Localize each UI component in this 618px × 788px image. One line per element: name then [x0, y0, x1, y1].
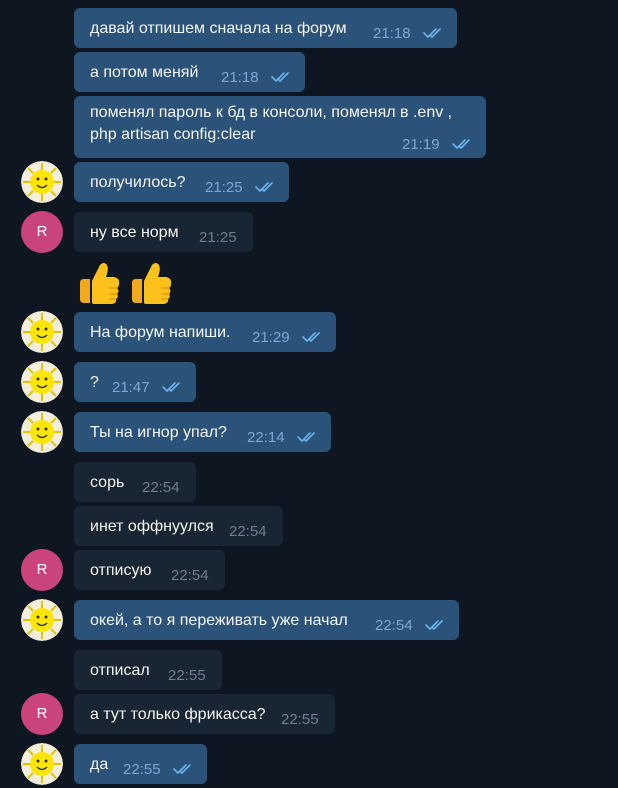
message-text: ?	[90, 374, 99, 391]
thumbs-up-icon	[74, 259, 122, 309]
sun-avatar-icon[interactable]	[21, 311, 63, 353]
message-incoming[interactable]: а тут только фрикасса? 22:55	[74, 694, 335, 734]
message-text: да	[90, 756, 109, 773]
message-outgoing[interactable]: а потом меняй 21:18	[74, 52, 305, 92]
double-check-icon	[173, 763, 195, 775]
message-time: 22:54	[375, 617, 413, 634]
thumbs-up-icon	[126, 259, 174, 309]
avatar[interactable]: R	[21, 693, 63, 735]
message-time: 22:55	[123, 761, 161, 778]
message-outgoing[interactable]: Ты на игнор упал? 22:14	[74, 412, 331, 452]
message-text: отписал	[90, 662, 150, 679]
message-outgoing[interactable]: ? 21:47	[74, 362, 196, 402]
chat-window: давай отпишем сначала на форум 21:18 а п…	[0, 0, 618, 788]
message-incoming[interactable]: отписал 22:55	[74, 650, 222, 690]
avatar[interactable]: R	[21, 211, 63, 253]
message-time: 21:29	[252, 329, 290, 346]
message-time: 22:55	[281, 711, 319, 728]
double-check-icon	[271, 71, 293, 83]
message-incoming[interactable]: сорь 22:54	[74, 462, 196, 502]
message-time: 22:54	[142, 479, 180, 496]
message-text-line: php artisan config:clear	[90, 126, 256, 143]
message-incoming[interactable]: ну все норм 21:25	[74, 212, 253, 252]
message-time: 21:25	[205, 179, 243, 196]
double-check-icon	[162, 381, 184, 393]
double-check-icon	[255, 181, 277, 193]
double-check-icon	[302, 331, 324, 343]
message-outgoing[interactable]: давай отпишем сначала на форум 21:18	[74, 8, 457, 48]
message-outgoing[interactable]: да 22:55	[74, 744, 207, 784]
message-text: окей, а то я переживать уже начал	[90, 612, 348, 629]
message-time: 21:18	[373, 25, 411, 42]
sun-avatar-icon[interactable]	[21, 743, 63, 785]
message-time: 22:14	[247, 429, 285, 446]
message-text-line: поменял пароль к бд в консоли, поменял в…	[90, 104, 453, 121]
message-text: получилось?	[90, 174, 186, 191]
message-text: а потом меняй	[90, 64, 199, 81]
sun-avatar-icon[interactable]	[21, 361, 63, 403]
message-incoming[interactable]: инет оффнуулся 22:54	[74, 506, 283, 546]
message-time: 21:47	[112, 379, 150, 396]
message-text: инет оффнуулся	[90, 518, 214, 535]
message-text: поменял пароль к бд в консоли, поменял в…	[90, 102, 452, 146]
message-text: а тут только фрикасса?	[90, 706, 266, 723]
message-time: 21:19	[402, 136, 440, 153]
avatar[interactable]: R	[21, 549, 63, 591]
message-text: отписую	[90, 562, 152, 579]
message-outgoing[interactable]: На форум напиши. 21:29	[74, 312, 336, 352]
message-time: 21:18	[221, 69, 259, 86]
message-time: 22:54	[229, 523, 267, 540]
message-outgoing[interactable]: поменял пароль к бд в консоли, поменял в…	[74, 96, 486, 158]
double-check-icon	[423, 27, 445, 39]
message-time: 22:55	[168, 667, 206, 684]
message-time: 21:25	[199, 229, 237, 246]
message-text: На форум напиши.	[90, 324, 231, 341]
message-text: сорь	[90, 474, 125, 491]
sun-avatar-icon[interactable]	[21, 599, 63, 641]
message-time: 22:54	[171, 567, 209, 584]
double-check-icon	[452, 138, 474, 150]
message-text: Ты на игнор упал?	[90, 424, 227, 441]
message-text: ну все норм	[90, 224, 179, 241]
message-text: давай отпишем сначала на форум	[90, 20, 347, 37]
emoji-message[interactable]	[74, 259, 174, 309]
sun-avatar-icon[interactable]	[21, 411, 63, 453]
message-outgoing[interactable]: окей, а то я переживать уже начал 22:54	[74, 600, 459, 640]
sun-avatar-icon[interactable]	[21, 161, 63, 203]
double-check-icon	[297, 431, 319, 443]
double-check-icon	[425, 619, 447, 631]
message-outgoing[interactable]: получилось? 21:25	[74, 162, 289, 202]
message-incoming[interactable]: отписую 22:54	[74, 550, 225, 590]
